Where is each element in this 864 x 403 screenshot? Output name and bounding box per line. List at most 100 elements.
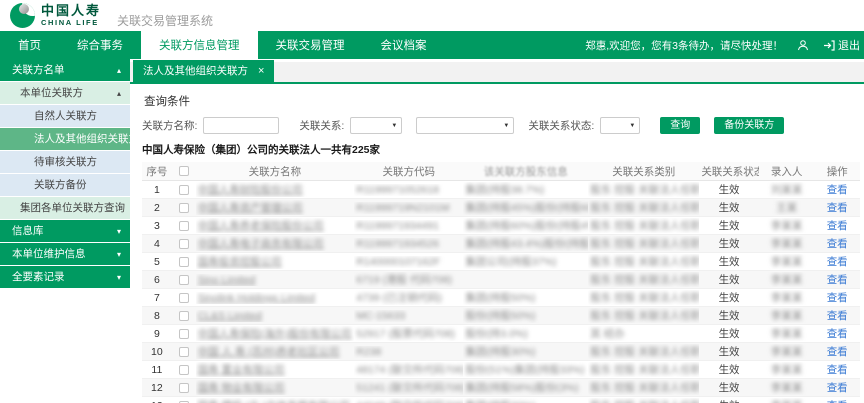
- view-link[interactable]: 查看: [827, 328, 848, 340]
- row-checkbox[interactable]: [179, 347, 189, 357]
- sidebar-item-group-unit-query[interactable]: 集团各单位关联方查询: [0, 197, 130, 220]
- table-row: 8 CL&S Limited MC-15633 股份(持股50%) 股东 控股 …: [142, 307, 860, 325]
- related-party-name-link[interactable]: 中国人寿电子商务有限公司: [198, 238, 324, 250]
- tab-label: 法人及其他组织关联方: [143, 60, 248, 82]
- chevron-down-icon: ▾: [117, 266, 121, 289]
- related-party-code: MC-15633: [356, 310, 405, 322]
- sidebar-item-full-factor-records[interactable]: 全要素记录▾: [0, 266, 130, 289]
- entry-person: 李某某: [771, 274, 803, 286]
- row-checkbox[interactable]: [179, 383, 189, 393]
- sidebar-item-related-party-list[interactable]: 关联方名单▴: [0, 59, 130, 82]
- search-button[interactable]: 查询: [660, 117, 700, 134]
- nav-item-related-party-info[interactable]: 关联方信息管理: [141, 31, 258, 59]
- relation-category: 股东 控股 关联法人任职: [590, 238, 699, 250]
- view-link[interactable]: 查看: [827, 274, 848, 286]
- sidebar-item-natural-person[interactable]: 自然人关联方: [0, 105, 130, 128]
- related-party-name-input[interactable]: [203, 117, 279, 134]
- related-party-name-link[interactable]: 中国人寿保险(海外)股份有限公司: [198, 328, 352, 340]
- header-name: 关联方名称: [196, 164, 355, 179]
- view-link[interactable]: 查看: [827, 292, 848, 304]
- view-link[interactable]: 查看: [827, 382, 848, 394]
- row-seq: 6: [142, 274, 172, 286]
- relation-label: 关联关系:: [299, 118, 344, 133]
- relation-status: 生效: [719, 364, 740, 376]
- result-count-summary: 中国人寿保险（集团）公司的关联法人一共有225家: [142, 134, 860, 162]
- related-party-name-link[interactable]: 中国人寿养老保险股份公司: [198, 220, 324, 232]
- user-icon[interactable]: [797, 39, 809, 51]
- row-seq: 4: [142, 238, 172, 250]
- relation-status-select[interactable]: ▼: [600, 117, 640, 134]
- relation-status: 生效: [719, 292, 740, 304]
- header-entry-person: 录入人: [759, 164, 815, 179]
- close-icon[interactable]: ×: [258, 60, 264, 82]
- row-checkbox[interactable]: [179, 365, 189, 375]
- related-party-name-link[interactable]: CL&S Limited: [198, 310, 262, 322]
- related-party-name-link[interactable]: Sino Limited: [198, 274, 256, 286]
- table-row: 7 Sinolink Holdings Limited 4739 (已注销代码)…: [142, 289, 860, 307]
- nav-item-general-affairs[interactable]: 综合事务: [59, 31, 141, 59]
- row-checkbox[interactable]: [179, 239, 189, 249]
- logout-button[interactable]: 退出: [823, 37, 860, 53]
- row-checkbox[interactable]: [179, 275, 189, 285]
- view-link[interactable]: 查看: [827, 346, 848, 358]
- related-party-name-link[interactable]: 国寿 物业有限公司: [198, 382, 285, 394]
- relation-select[interactable]: ▼: [350, 117, 402, 134]
- nav-item-meeting-archives[interactable]: 会议档案: [363, 31, 445, 59]
- table-header-row: 序号 关联方名称 关联方代码 该关联方股东信息 关联关系类别 关联关系状态 录入…: [142, 162, 860, 181]
- view-link[interactable]: 查看: [827, 220, 848, 232]
- header-code: 关联方代码: [354, 164, 463, 179]
- view-link[interactable]: 查看: [827, 202, 848, 214]
- table-row: 6 Sino Limited 6719 (港股 代码708) 股东 控股 关联法…: [142, 271, 860, 289]
- related-party-name-link[interactable]: 国寿投资控股公司: [198, 256, 282, 268]
- related-party-name-link[interactable]: Sinolink Holdings Limited: [198, 292, 315, 304]
- select-all-checkbox[interactable]: [179, 166, 189, 176]
- table-row: 12 国寿 物业有限公司 51241 (联交所代码708) 集团(持股58%)股…: [142, 379, 860, 397]
- view-link[interactable]: 查看: [827, 256, 848, 268]
- row-seq: 13: [142, 400, 172, 403]
- table-row: 4 中国人寿电子商务有限公司 R1199971934526 集团(持股43.4%…: [142, 235, 860, 253]
- related-party-code: R11999719N2101M: [356, 202, 449, 214]
- row-checkbox[interactable]: [179, 203, 189, 213]
- sidebar-item-unit-maintained-info[interactable]: 本单位维护信息▾: [0, 243, 130, 266]
- relation-category: 股东 控股 关联法人任职: [590, 382, 699, 394]
- backup-related-party-button[interactable]: 备份关联方: [714, 117, 784, 134]
- sidebar-item-backup[interactable]: 关联方备份: [0, 174, 130, 197]
- relation-status: 生效: [719, 238, 740, 250]
- shareholder-info: 股份(持股50%): [465, 310, 535, 322]
- nav-item-home[interactable]: 首页: [0, 31, 59, 59]
- row-seq: 1: [142, 184, 172, 196]
- view-link[interactable]: 查看: [827, 364, 848, 376]
- brand-name-en: CHINA LIFE: [41, 19, 101, 27]
- logout-icon: [823, 40, 835, 51]
- row-checkbox[interactable]: [179, 257, 189, 267]
- view-link[interactable]: 查看: [827, 310, 848, 322]
- related-party-name-link[interactable]: 中国 人 寿 (苏州)养老社区公司: [198, 346, 340, 358]
- row-seq: 2: [142, 202, 172, 214]
- table-row: 10 中国 人 寿 (苏州)养老社区公司 R238 集团(持股30%) 股东 控…: [142, 343, 860, 361]
- row-checkbox[interactable]: [179, 329, 189, 339]
- view-link[interactable]: 查看: [827, 184, 848, 196]
- related-party-code: 6719 (港股 代码708): [356, 274, 452, 286]
- sidebar-item-pending-review[interactable]: 待审核关联方: [0, 151, 130, 174]
- tab-legal-person-orgs[interactable]: 法人及其他组织关联方 ×: [133, 60, 274, 82]
- row-checkbox[interactable]: [179, 221, 189, 231]
- shareholder-info: 集团(持股43.4%)股份(持股71.5%): [465, 238, 588, 250]
- sidebar-item-info-library[interactable]: 信息库▾: [0, 220, 130, 243]
- brand-name-cn: 中国人寿: [41, 4, 101, 17]
- related-party-table: 序号 关联方名称 关联方代码 该关联方股东信息 关联关系类别 关联关系状态 录入…: [142, 162, 860, 403]
- nav-item-related-transactions[interactable]: 关联交易管理: [258, 31, 363, 59]
- row-checkbox[interactable]: [179, 311, 189, 321]
- related-party-name-link[interactable]: 中国人寿财险股份公司: [198, 184, 303, 196]
- relation-sub-select[interactable]: ▼: [416, 117, 514, 134]
- related-party-name-link[interactable]: 国寿 置业有限公司: [198, 364, 285, 376]
- sidebar-item-own-unit-related-parties[interactable]: 本单位关联方▴: [0, 82, 130, 105]
- relation-status: 生效: [719, 220, 740, 232]
- view-link[interactable]: 查看: [827, 238, 848, 250]
- row-checkbox[interactable]: [179, 185, 189, 195]
- sidebar-item-legal-person-orgs[interactable]: 法人及其他组织关联方: [0, 128, 130, 151]
- related-party-code: R1199971934526: [356, 238, 439, 250]
- row-checkbox[interactable]: [179, 293, 189, 303]
- related-party-name-link[interactable]: 中国人寿资产管理公司: [198, 202, 303, 214]
- sidebar: 关联方名单▴ 本单位关联方▴ 自然人关联方 法人及其他组织关联方 待审核关联方 …: [0, 59, 130, 403]
- main-navbar: 首页 综合事务 关联方信息管理 关联交易管理 会议档案 郑惠,欢迎您，您有3条待…: [0, 31, 864, 59]
